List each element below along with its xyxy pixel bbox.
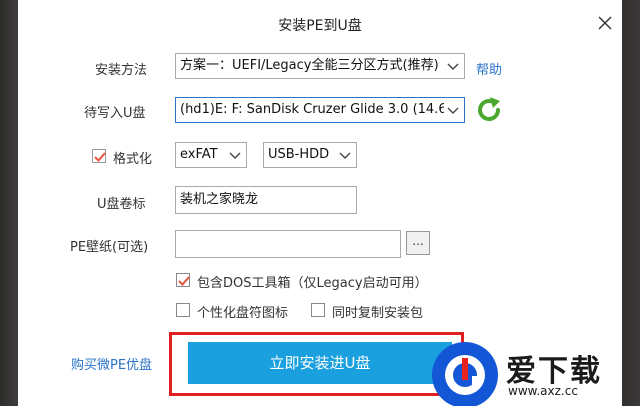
copy-installer-label: 同时复制安装包 (332, 306, 424, 321)
checkmark-icon (94, 152, 106, 162)
copy-installer-checkbox[interactable] (311, 303, 325, 317)
wallpaper-input[interactable] (175, 230, 401, 258)
window-title: 安装PE到U盘 (278, 18, 362, 34)
boot-mode-value: USB-HDD (268, 147, 330, 162)
install-method-label: 安装方法 (95, 63, 148, 78)
watermark-url: www.axz.cc (508, 384, 578, 398)
download-logo-icon (432, 342, 498, 406)
checkmark-icon (178, 276, 190, 286)
chevron-down-icon (447, 63, 459, 70)
close-icon (598, 16, 612, 30)
logo-mark-icon (445, 355, 485, 395)
target-drive-value: (hd1)E: F: SanDisk Cruzer Glide 3.0 (14.… (180, 102, 444, 117)
include-dos-checkbox[interactable] (176, 273, 190, 287)
chevron-down-icon (339, 152, 351, 159)
format-label: 格式化 (113, 152, 153, 167)
include-dos-label: 包含DOS工具箱（仅Legacy启动可用） (197, 276, 428, 291)
volume-label-input[interactable]: 装机之家晓龙 (175, 186, 357, 214)
install-method-select[interactable]: 方案一：UEFI/Legacy全能三分区方式(推荐) (175, 53, 465, 79)
close-button[interactable] (594, 12, 616, 34)
chevron-down-icon (447, 107, 459, 114)
help-link[interactable]: 帮助 (476, 59, 502, 78)
wallpaper-label: PE壁纸(可选) (70, 240, 149, 255)
watermark-logo: 爱下载 www.axz.cc (432, 342, 632, 406)
highlight-box (169, 332, 464, 396)
boot-mode-select[interactable]: USB-HDD (263, 142, 357, 168)
title-bar: 安装PE到U盘 (18, 0, 622, 46)
buy-usb-link[interactable]: 购买微PE优盘 (71, 354, 152, 373)
install-method-value: 方案一：UEFI/Legacy全能三分区方式(推荐) (180, 58, 439, 73)
custom-icon-label: 个性化盘符图标 (197, 306, 289, 321)
browse-button[interactable]: ... (406, 231, 430, 255)
volume-label-label: U盘卷标 (97, 197, 146, 212)
filesystem-value: exFAT (180, 147, 218, 162)
custom-icon-checkbox[interactable] (176, 303, 190, 317)
target-drive-label: 待写入U盘 (84, 106, 146, 121)
target-drive-select[interactable]: (hd1)E: F: SanDisk Cruzer Glide 3.0 (14.… (175, 97, 465, 123)
format-checkbox[interactable] (92, 149, 106, 163)
chevron-down-icon (229, 152, 241, 159)
refresh-icon (478, 97, 500, 121)
filesystem-select[interactable]: exFAT (175, 142, 247, 168)
refresh-button[interactable] (474, 95, 504, 125)
